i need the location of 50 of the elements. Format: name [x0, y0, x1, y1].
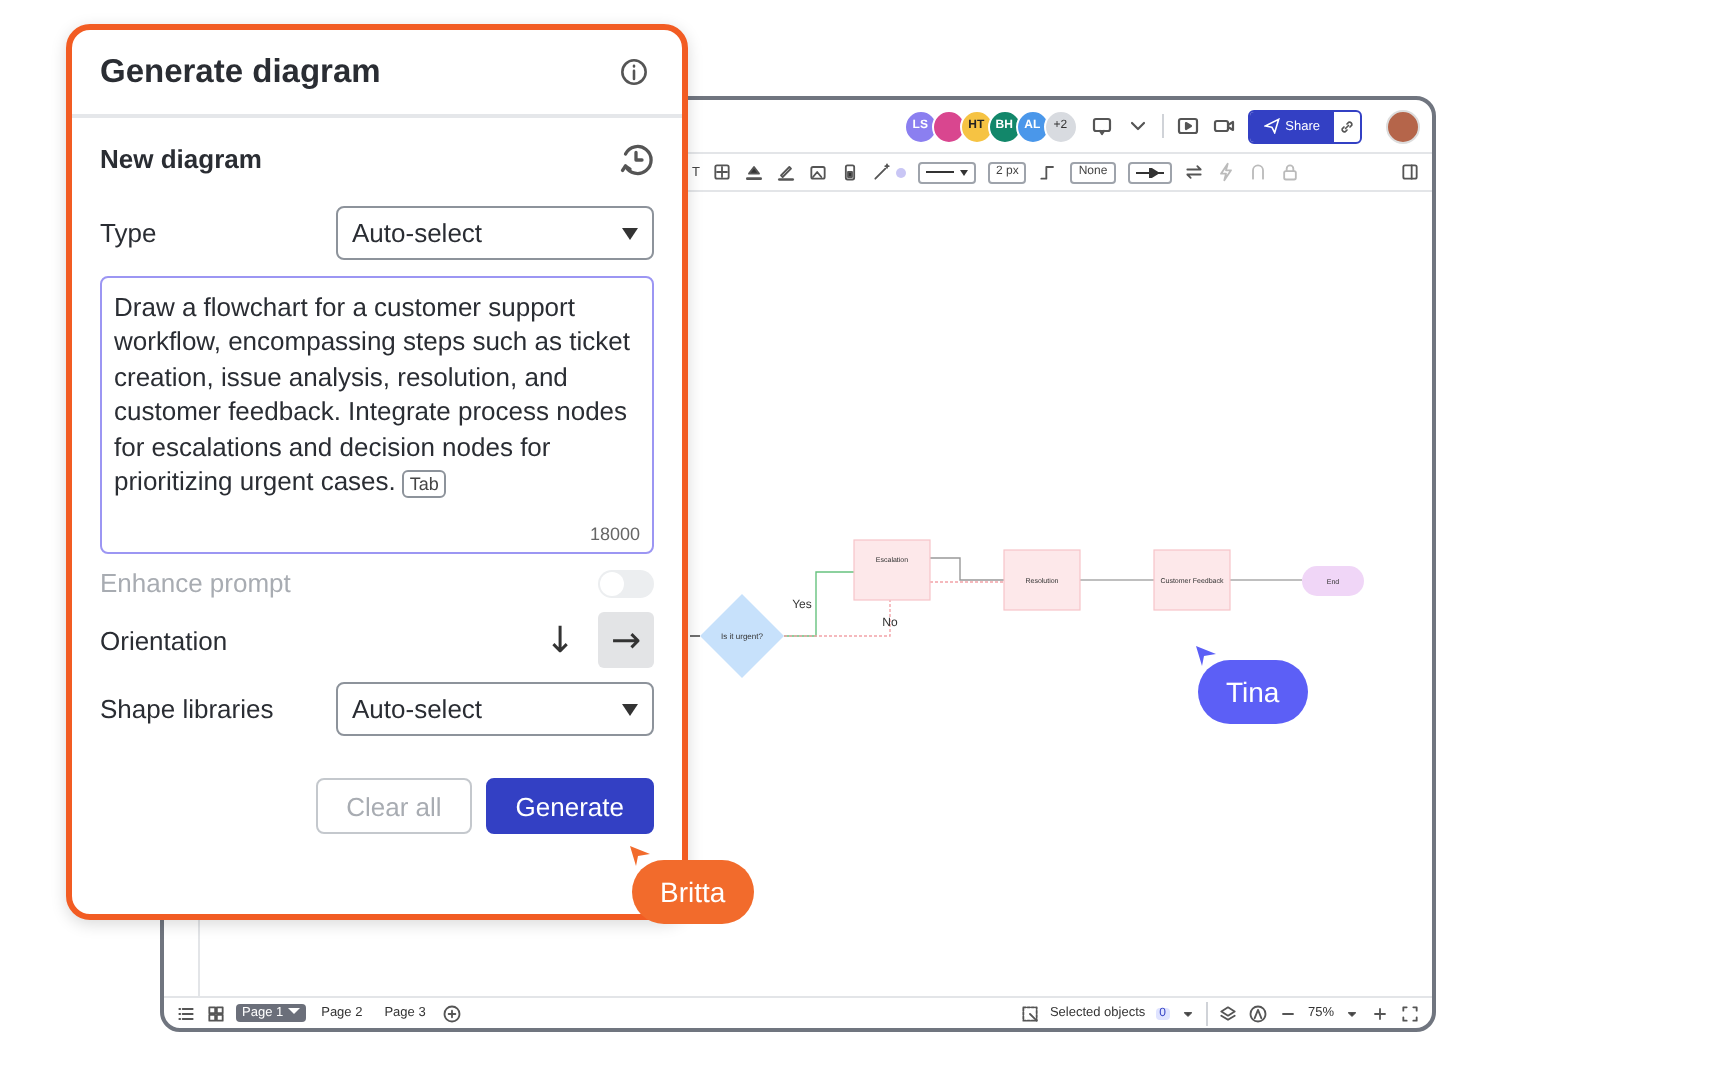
- cursor-pointer-icon: [1194, 644, 1218, 668]
- history-icon[interactable]: [618, 141, 654, 177]
- video-icon[interactable]: [1211, 114, 1236, 138]
- panel-title: Generate diagram: [100, 53, 381, 91]
- frame-icon[interactable]: [711, 162, 732, 182]
- caret-icon: [622, 227, 638, 239]
- info-icon[interactable]: [620, 58, 648, 86]
- prompt-text: Draw a flowchart for a customer support workflow, encompassing steps such as ticket creation, issue analysis, resolution, and customer feedback. Integrate process nodes for escalations and decision nodes for prioritizing urgent cases. Tab: [114, 290, 632, 499]
- prompt-field[interactable]: [100, 276, 654, 554]
- fill-icon[interactable]: [743, 162, 764, 182]
- enhance-prompt-label: Enhance prompt: [100, 568, 291, 598]
- send-icon: [1263, 118, 1280, 134]
- character-count: 18000: [589, 524, 640, 544]
- caret-icon: [959, 169, 968, 175]
- line-style-select[interactable]: [917, 161, 976, 183]
- magic-wand-icon[interactable]: [871, 162, 892, 182]
- shape-libraries-label: Shape libraries: [100, 694, 274, 724]
- status-dot: [895, 167, 906, 177]
- user-avatar[interactable]: [1386, 109, 1420, 143]
- generate-button[interactable]: Generate: [485, 778, 654, 834]
- layers-icon[interactable]: [1217, 1003, 1238, 1023]
- type-label: Type: [100, 218, 157, 248]
- orientation-label: Orientation: [100, 625, 228, 655]
- connector-icon[interactable]: [1038, 162, 1059, 182]
- battery-icon[interactable]: [839, 162, 860, 182]
- type-select[interactable]: Auto-select: [336, 206, 654, 260]
- list-icon[interactable]: [176, 1003, 196, 1023]
- line-end-select[interactable]: [1127, 161, 1172, 183]
- zoom-in-icon[interactable]: [1370, 1003, 1390, 1023]
- caret-icon: [287, 1006, 300, 1016]
- present-icon[interactable]: [1175, 114, 1200, 138]
- comment-icon[interactable]: [1089, 114, 1114, 138]
- arrow-line-icon: [1135, 167, 1164, 177]
- orientation-option[interactable]: ↓: [532, 612, 588, 668]
- solid-line-icon: [925, 168, 954, 176]
- shape-libraries-select[interactable]: Auto-select: [336, 682, 654, 736]
- link-icon[interactable]: [1338, 117, 1356, 135]
- pen-icon[interactable]: [775, 162, 796, 182]
- orientation-option[interactable]: →: [598, 612, 654, 668]
- cursor-pointer-icon: [628, 844, 652, 868]
- grid-icon[interactable]: [206, 1003, 226, 1023]
- selection-icon[interactable]: [1019, 1003, 1040, 1023]
- swap-icon[interactable]: [1183, 162, 1204, 182]
- caret-icon: [622, 703, 638, 715]
- add-page-icon[interactable]: [441, 1003, 462, 1023]
- panel-icon[interactable]: [1400, 162, 1420, 182]
- cursor-name-tag: Britta: [632, 860, 754, 924]
- section-heading: New diagram: [100, 144, 262, 174]
- fullscreen-icon[interactable]: [1400, 1003, 1420, 1023]
- image-icon[interactable]: [807, 162, 828, 182]
